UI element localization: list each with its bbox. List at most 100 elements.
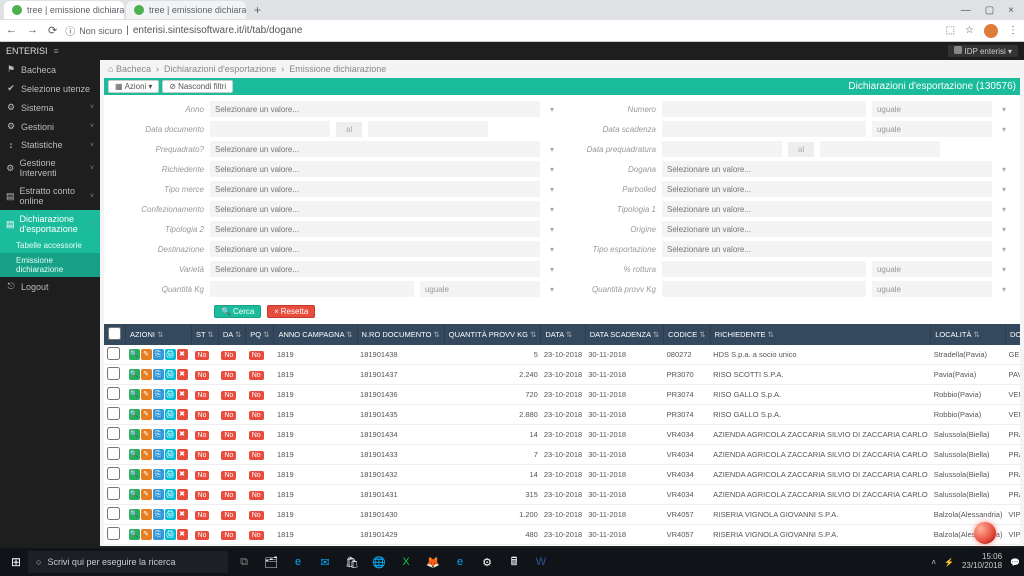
chevron-down-icon[interactable]: ▾ [998,285,1010,294]
print-icon[interactable]: 🖨 [165,389,176,400]
rottura-input[interactable] [662,261,866,277]
parboiled-select[interactable] [662,181,992,197]
row-checkbox[interactable] [104,485,126,505]
view-icon[interactable]: 🔍 [129,529,140,540]
column-header[interactable]: DATA SCADENZA ⇅ [585,324,663,345]
delete-icon[interactable]: ✖ [177,529,188,540]
forward-icon[interactable]: → [27,24,38,37]
chevron-down-icon[interactable]: ▾ [998,105,1010,114]
column-header[interactable]: ANNO CAMPAGNA ⇅ [274,324,357,345]
minimize-icon[interactable]: — [961,5,971,16]
data-prequad-to[interactable] [820,141,940,157]
copy-icon[interactable]: ⎘ [153,409,164,420]
print-icon[interactable]: 🖨 [165,529,176,540]
reload-icon[interactable]: ⟳ [48,24,57,37]
op-select[interactable] [872,261,992,277]
sidebar-sub-tabelle[interactable]: Tabelle accessorie [0,238,100,253]
edge-icon[interactable]: e [286,551,310,573]
tipomerce-select[interactable] [210,181,540,197]
tray-up-icon[interactable]: ˄ [931,558,936,567]
task-view-icon[interactable]: ⧉ [232,551,256,573]
column-header[interactable]: LOCALITÀ ⇅ [931,324,1006,345]
data-prequad-from[interactable] [662,141,782,157]
edit-icon[interactable]: ✎ [141,409,152,420]
confez-select[interactable] [210,201,540,217]
copy-icon[interactable]: ⎘ [153,529,164,540]
delete-icon[interactable]: ✖ [177,509,188,520]
maximize-icon[interactable]: ▢ [985,5,994,16]
data-doc-to[interactable] [368,121,488,137]
edit-icon[interactable]: ✎ [141,369,152,380]
column-header[interactable]: AZIONI ⇅ [126,324,192,345]
view-icon[interactable]: 🔍 [129,369,140,380]
browser-tab-1[interactable]: tree | emissione dichiarazione× [4,1,124,19]
view-icon[interactable]: 🔍 [129,489,140,500]
store-icon[interactable]: 🛍 [340,551,364,573]
assistant-orb[interactable] [974,522,996,544]
nascondi-filtri-button[interactable]: ⊘ Nascondi filtri [162,80,233,93]
print-icon[interactable]: 🖨 [165,429,176,440]
chrome-icon[interactable]: 🌐 [367,551,391,573]
edit-icon[interactable]: ✎ [141,469,152,480]
anno-select[interactable] [210,101,540,117]
sidebar-sub-emissione[interactable]: Emissione dichiarazione [0,253,100,277]
new-tab-button[interactable]: + [248,3,267,17]
chevron-down-icon[interactable]: ▾ [546,265,558,274]
row-checkbox[interactable] [104,425,126,445]
delete-icon[interactable]: ✖ [177,489,188,500]
numero-input[interactable] [662,101,866,117]
extension-icon[interactable]: ⬚ [946,25,955,36]
print-icon[interactable]: 🖨 [165,349,176,360]
column-header[interactable]: N.RO DOCUMENTO ⇅ [357,324,444,345]
tipologia1-select[interactable] [662,201,992,217]
ie-icon[interactable]: e [448,551,472,573]
chevron-down-icon[interactable]: ▾ [546,105,558,114]
row-checkbox[interactable] [104,525,126,545]
delete-icon[interactable]: ✖ [177,409,188,420]
view-icon[interactable]: 🔍 [129,429,140,440]
delete-icon[interactable]: ✖ [177,469,188,480]
chevron-down-icon[interactable]: ▾ [546,245,558,254]
edit-icon[interactable]: ✎ [141,389,152,400]
row-checkbox[interactable] [104,405,126,425]
taskbar-clock[interactable]: 15:0623/10/2018 [962,553,1002,571]
view-icon[interactable]: 🔍 [129,389,140,400]
header-checkbox[interactable] [104,324,126,345]
chevron-down-icon[interactable]: ▾ [998,265,1010,274]
op-select[interactable] [872,101,992,117]
close-window-icon[interactable]: × [1008,5,1014,16]
quantitaprovv-input[interactable] [662,281,866,297]
delete-icon[interactable]: ✖ [177,349,188,360]
idp-badge[interactable]: IDP enterisi ▾ [948,45,1018,57]
row-checkbox[interactable] [104,545,126,547]
edit-icon[interactable]: ✎ [141,429,152,440]
azioni-button[interactable]: ▦ Azioni ▾ [108,80,159,93]
print-icon[interactable]: 🖨 [165,369,176,380]
column-header[interactable]: DATA ⇅ [541,324,585,345]
breadcrumb-link[interactable]: Dichiarazioni d'esportazione [164,64,276,74]
origine-select[interactable] [662,221,992,237]
edit-icon[interactable]: ✎ [141,509,152,520]
bookmark-icon[interactable]: ☆ [965,25,974,36]
destinazione-select[interactable] [210,241,540,257]
word-icon[interactable]: W [529,551,553,573]
sidebar-item-4[interactable]: ↕Statistiche˅ [0,136,100,154]
row-checkbox[interactable] [104,345,126,365]
back-icon[interactable]: ← [6,24,17,37]
op-select[interactable] [872,121,992,137]
sidebar-item-7[interactable]: ▤Dichiarazione d'esportazione˅ [0,210,100,238]
copy-icon[interactable]: ⎘ [153,489,164,500]
sidebar-item-6[interactable]: ▤Estratto conto online˅ [0,182,100,210]
resetta-button[interactable]: × Resetta [267,305,315,318]
hamburger-icon[interactable]: ≡ [54,46,59,56]
tray-network-icon[interactable]: ⚡ [944,558,954,567]
prequad-select[interactable] [210,141,540,157]
chevron-down-icon[interactable]: ▾ [546,165,558,174]
view-icon[interactable]: 🔍 [129,509,140,520]
edit-icon[interactable]: ✎ [141,349,152,360]
column-header[interactable]: CODICE ⇅ [664,324,711,345]
explorer-icon[interactable]: 🗂 [259,551,283,573]
tipologia2-select[interactable] [210,221,540,237]
delete-icon[interactable]: ✖ [177,369,188,380]
copy-icon[interactable]: ⎘ [153,509,164,520]
